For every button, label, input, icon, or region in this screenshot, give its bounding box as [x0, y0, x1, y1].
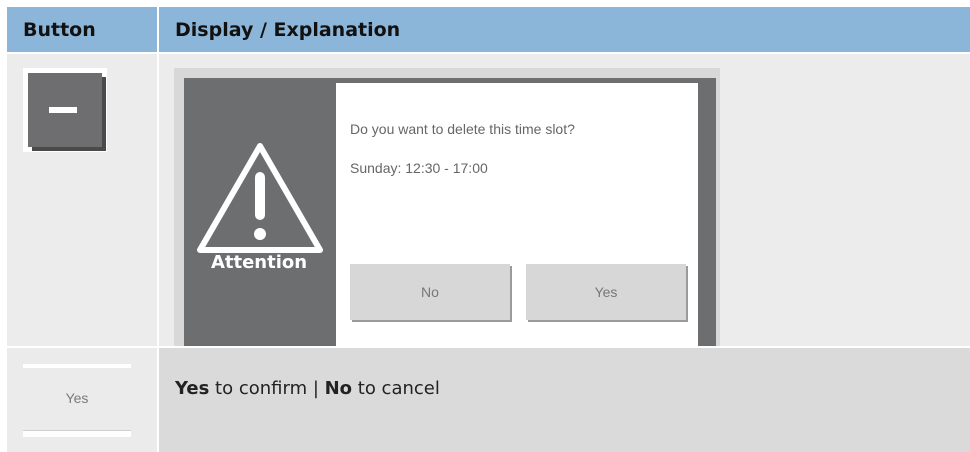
dialog-yes-button[interactable]: Yes [526, 264, 686, 320]
delete-dialog-screenshot: Attention Do you want to delete this tim… [174, 68, 720, 346]
instruction-table: Button Display / Explanation Attention D… [0, 0, 970, 452]
dialog-frame: Attention Do you want to delete this tim… [184, 78, 716, 346]
yes-keyword: Yes [175, 378, 210, 399]
row2-display-cell: Yes to confirm | No to cancel [159, 348, 970, 452]
minus-button[interactable] [23, 68, 107, 152]
dialog-panel: Do you want to delete this time slot? Su… [336, 83, 698, 346]
no-keyword: No [324, 378, 353, 399]
row1-button-cell [7, 54, 157, 346]
explanation-text: Yes to confirm | No to cancel [175, 378, 440, 399]
header-button-column: Button [7, 7, 157, 52]
divider [23, 364, 131, 368]
dialog-time-slot: Sunday: 12:30 - 17:00 [350, 160, 488, 176]
dialog-question: Do you want to delete this time slot? [350, 121, 575, 137]
header-display-column: Display / Explanation [159, 7, 970, 52]
attention-label: Attention [210, 252, 308, 273]
yes-button[interactable]: Yes [23, 364, 131, 442]
row2-button-cell: Yes [7, 348, 157, 452]
explanation-no-text: to cancel [352, 378, 440, 399]
yes-button-label: Yes [65, 390, 89, 406]
explanation-yes-text: to confirm | [209, 378, 325, 399]
minus-icon [28, 73, 102, 147]
dialog-no-button[interactable]: No [350, 264, 510, 320]
row1-display-cell: Attention Do you want to delete this tim… [159, 54, 970, 346]
divider [23, 430, 131, 437]
warning-triangle-icon [197, 143, 323, 253]
